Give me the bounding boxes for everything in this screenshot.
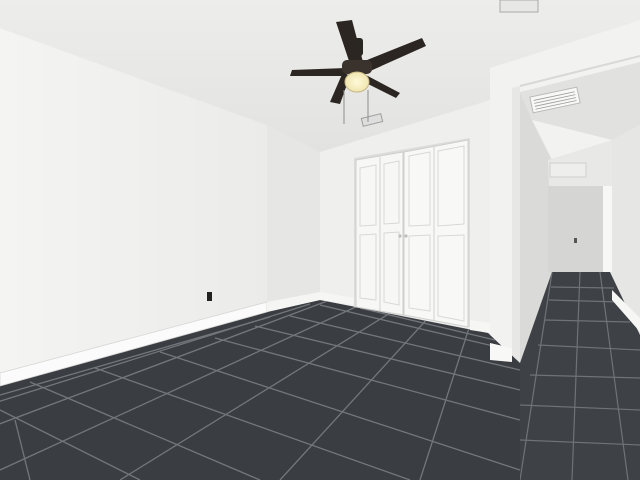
corner-wall — [267, 125, 320, 312]
closet — [354, 138, 470, 328]
room-photo — [0, 0, 640, 480]
ceiling-vent-corner — [499, 0, 539, 13]
closet-knob[interactable] — [404, 234, 408, 238]
closet-knob[interactable] — [398, 234, 402, 238]
doorway-trim — [512, 86, 520, 366]
closet-door-right[interactable] — [403, 139, 469, 328]
hallway-wall-outlet — [574, 238, 577, 243]
fan-light — [344, 71, 370, 93]
wall-outlet — [207, 292, 212, 301]
room-illustration — [0, 0, 640, 480]
hallway-far-opening — [548, 186, 604, 272]
hallway-far-window — [549, 162, 587, 178]
hallway-far-bright — [603, 186, 612, 272]
